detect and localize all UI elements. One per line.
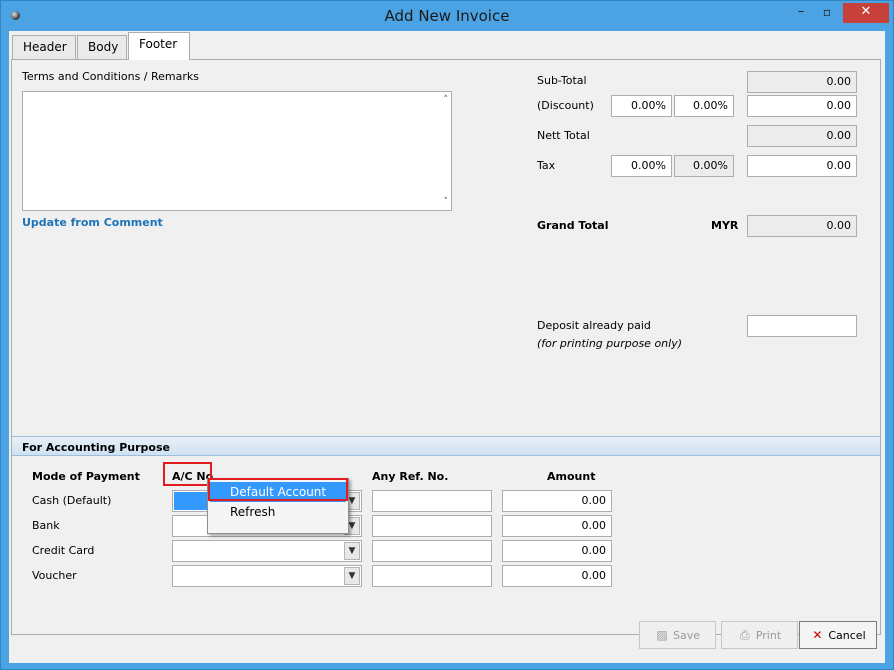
- mode-of-payment-header: Mode of Payment: [32, 470, 140, 483]
- print-button-label: Print: [755, 629, 782, 642]
- save-button-label: Save: [672, 629, 700, 642]
- window-title: Add New Invoice: [384, 7, 510, 25]
- amount-credit-card[interactable]: 0.00: [502, 540, 612, 562]
- save-icon: ▨: [656, 628, 668, 642]
- payment-mode-bank: Bank: [32, 519, 60, 532]
- discount-label: (Discount): [537, 99, 594, 112]
- close-button[interactable]: ✕: [843, 3, 889, 23]
- scroll-up-icon[interactable]: ˄: [444, 95, 449, 105]
- tax-percent-1[interactable]: 0.00%: [611, 155, 672, 177]
- tab-header[interactable]: Header: [12, 35, 76, 59]
- amount-cash[interactable]: 0.00: [502, 490, 612, 512]
- tax-field[interactable]: 0.00: [747, 155, 857, 177]
- ref-no-credit-card[interactable]: [372, 540, 492, 562]
- ac-no-combo-credit-card[interactable]: ▼: [172, 540, 362, 562]
- deposit-label: Deposit already paid: [537, 319, 651, 332]
- tax-percent-2: 0.00%: [674, 155, 734, 177]
- discount-percent-2[interactable]: 0.00%: [674, 95, 734, 117]
- ref-no-cash[interactable]: [372, 490, 492, 512]
- subtotal-label: Sub-Total: [537, 74, 587, 87]
- nett-total-field: 0.00: [747, 125, 857, 147]
- amount-header: Amount: [547, 470, 596, 483]
- tab-footer[interactable]: Footer: [128, 32, 190, 60]
- footer-tab-panel: Terms and Conditions / Remarks ˄ ˅ Updat…: [11, 59, 881, 635]
- printer-icon: ⎙: [740, 628, 750, 642]
- scroll-down-icon[interactable]: ˅: [444, 197, 449, 207]
- chevron-down-icon[interactable]: ▼: [344, 567, 360, 585]
- accounting-section-bar: For Accounting Purpose: [12, 436, 880, 456]
- payment-mode-voucher: Voucher: [32, 569, 77, 582]
- ac-no-combo-voucher[interactable]: ▼: [172, 565, 362, 587]
- subtotal-field: 0.00: [747, 71, 857, 93]
- accounting-section-title: For Accounting Purpose: [22, 441, 170, 454]
- chevron-down-icon[interactable]: ▼: [344, 542, 360, 560]
- deposit-field[interactable]: [747, 315, 857, 337]
- save-button[interactable]: ▨ Save: [639, 621, 716, 649]
- remarks-textarea[interactable]: ˄ ˅: [22, 91, 452, 211]
- deposit-note: (for printing purpose only): [537, 337, 683, 350]
- discount-field[interactable]: 0.00: [747, 95, 857, 117]
- default-account-highlight: [208, 478, 348, 501]
- cancel-button[interactable]: ✕ Cancel: [799, 621, 877, 649]
- ac-no-highlight: [163, 462, 212, 486]
- ref-no-voucher[interactable]: [372, 565, 492, 587]
- menu-item-refresh[interactable]: Refresh: [210, 502, 346, 522]
- maximize-button[interactable]: ▫: [817, 3, 837, 23]
- grand-total-label: Grand Total: [537, 219, 609, 232]
- amount-bank[interactable]: 0.00: [502, 515, 612, 537]
- cancel-button-label: Cancel: [828, 629, 866, 642]
- tab-body[interactable]: Body: [77, 35, 127, 59]
- update-from-comment-link[interactable]: Update from Comment: [22, 216, 163, 229]
- print-button[interactable]: ⎙ Print: [721, 621, 798, 649]
- ref-no-bank[interactable]: [372, 515, 492, 537]
- currency-label: MYR: [711, 219, 739, 232]
- tax-label: Tax: [537, 159, 556, 172]
- grand-total-field: 0.00: [747, 215, 857, 237]
- combo-selection: [174, 492, 210, 510]
- title-bar: Add New Invoice – ▫ ✕: [1, 1, 893, 31]
- payment-mode-cash: Cash (Default): [32, 494, 112, 507]
- ref-no-header: Any Ref. No.: [372, 470, 449, 483]
- invoice-window: Add New Invoice – ▫ ✕ Header Body Footer…: [0, 0, 894, 670]
- cancel-x-icon: ✕: [812, 628, 823, 642]
- amount-voucher[interactable]: 0.00: [502, 565, 612, 587]
- discount-percent-1[interactable]: 0.00%: [611, 95, 672, 117]
- remarks-label: Terms and Conditions / Remarks: [22, 70, 199, 83]
- payment-mode-credit-card: Credit Card: [32, 544, 95, 557]
- minimize-button[interactable]: –: [791, 3, 811, 23]
- nett-total-label: Nett Total: [537, 129, 590, 142]
- client-area: Header Body Footer Terms and Conditions …: [9, 31, 885, 663]
